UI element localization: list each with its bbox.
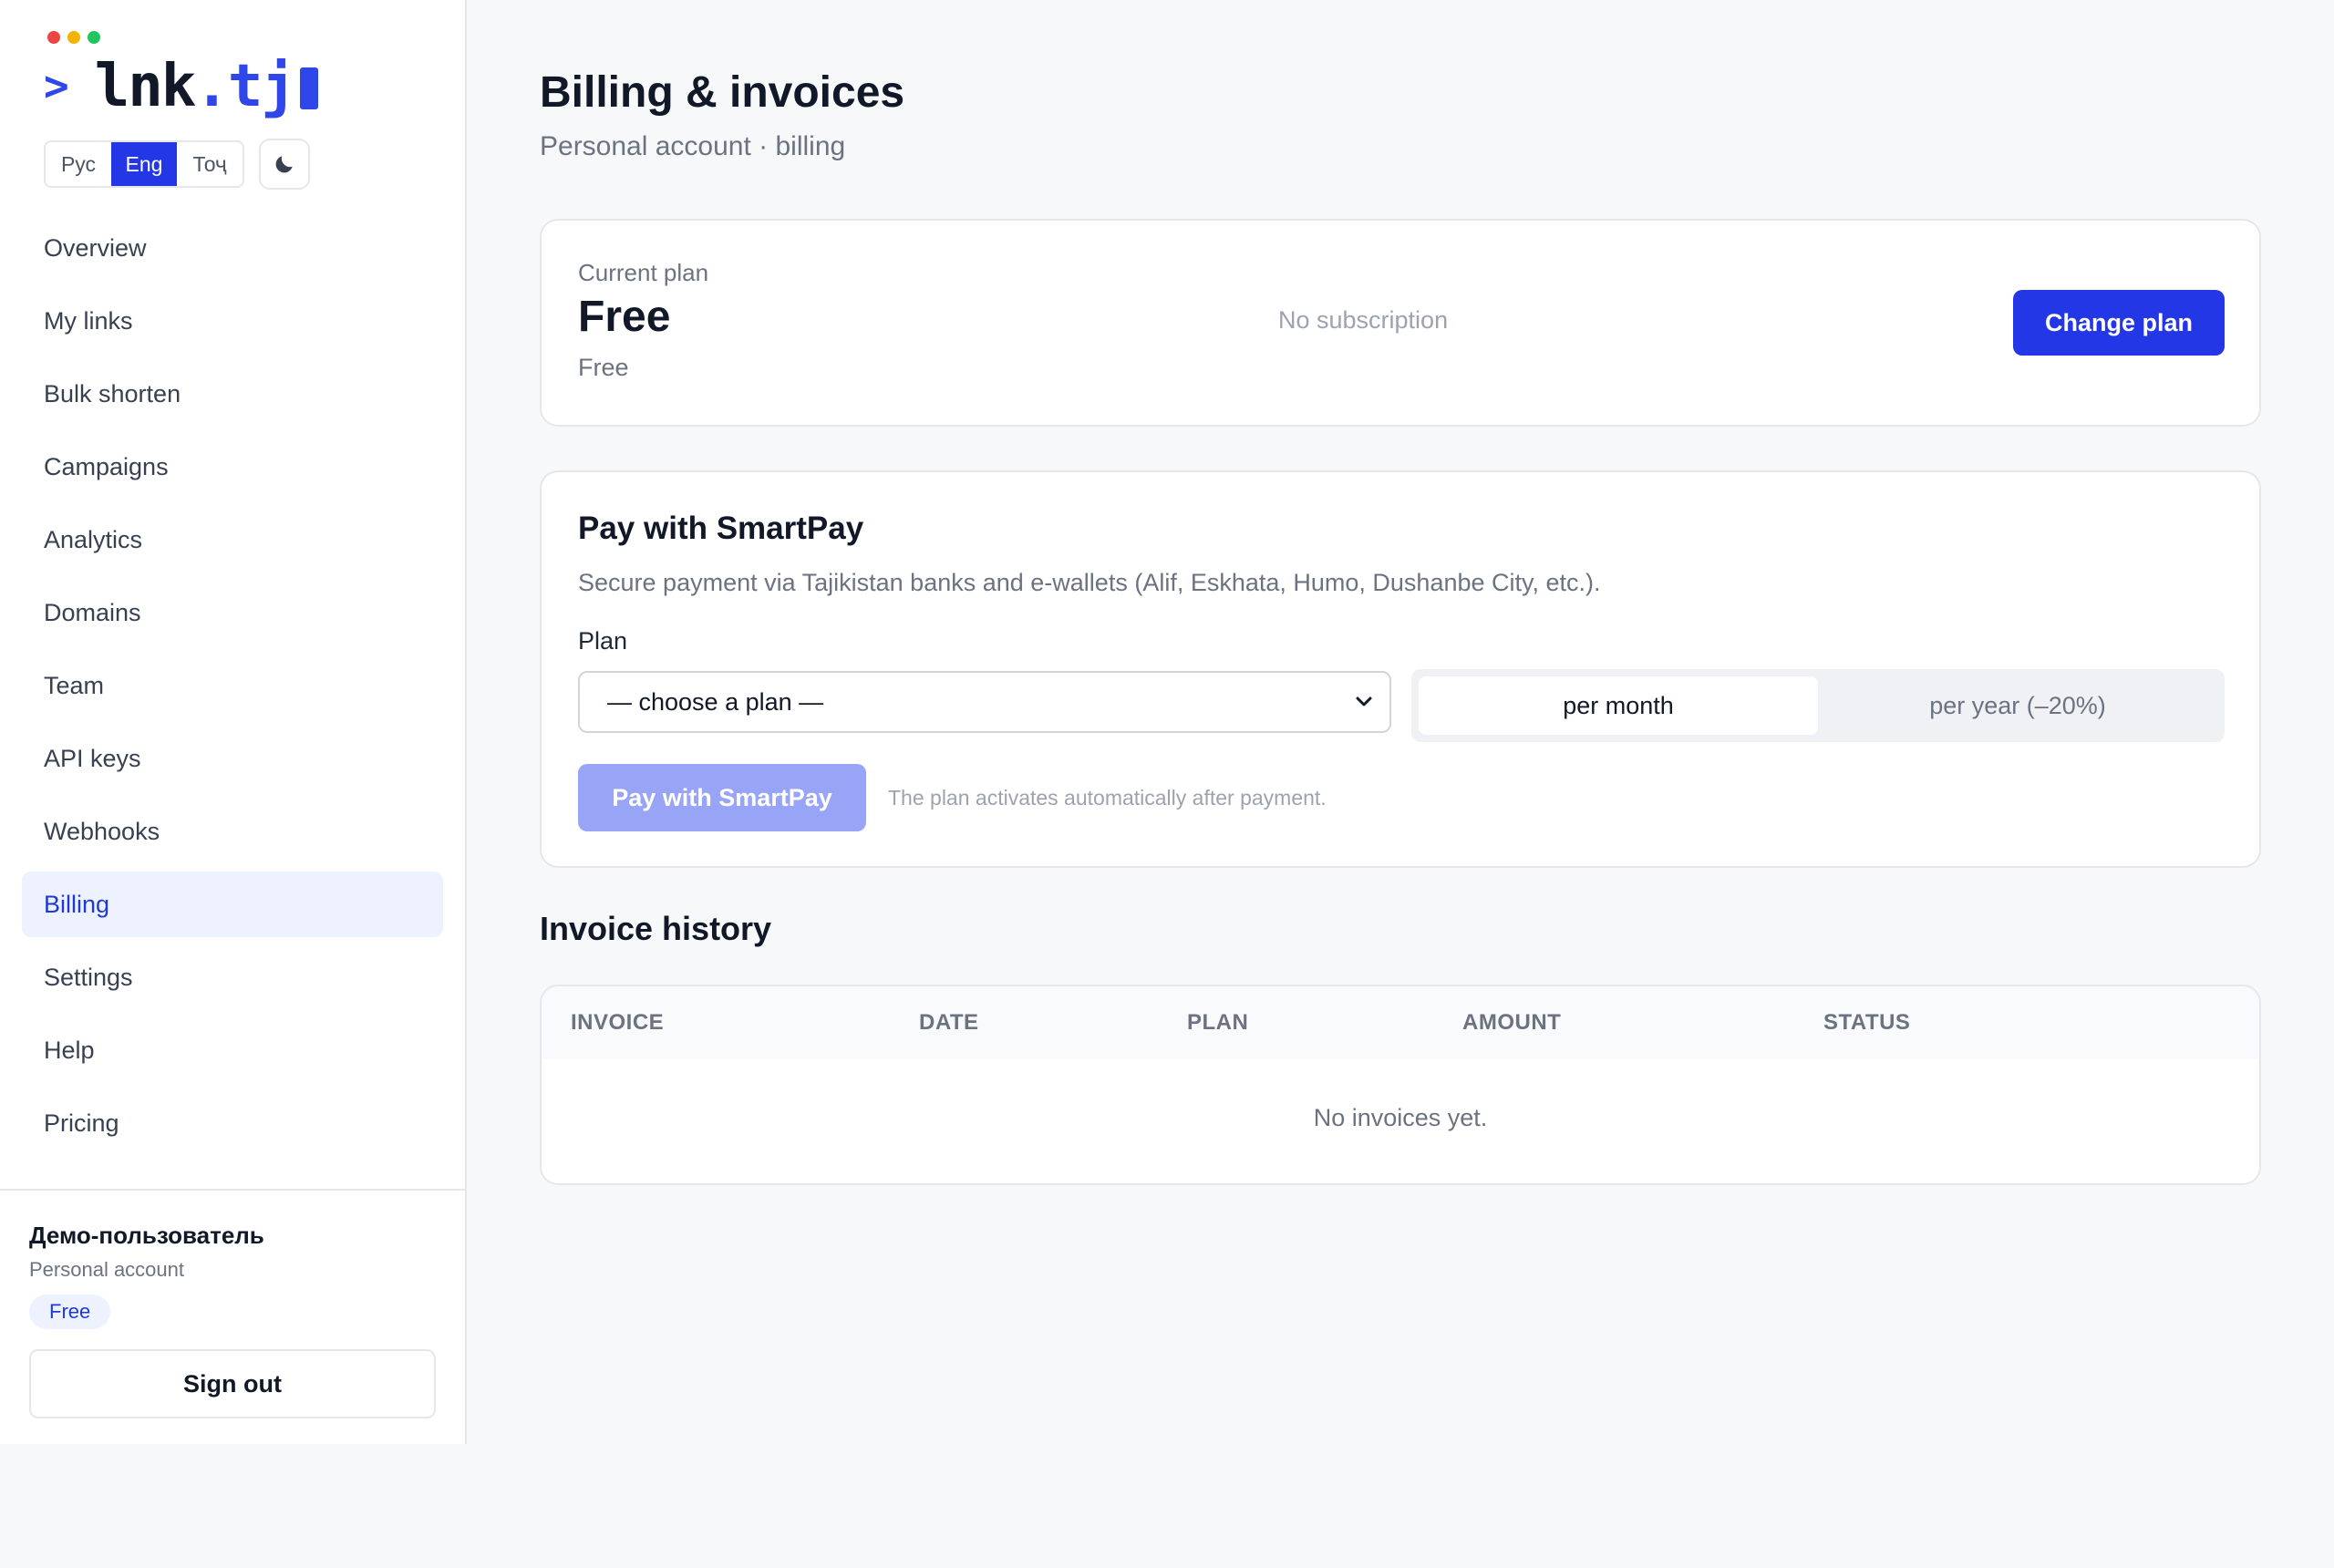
sidebar-item-billing[interactable]: Billing — [22, 872, 443, 937]
column-amount: AMOUNT — [1462, 1010, 1562, 1035]
user-panel: Демо-пользователь Personal account Free … — [0, 1189, 465, 1444]
green-dot-icon — [88, 31, 100, 44]
sign-out-button[interactable]: Sign out — [29, 1349, 436, 1418]
plan-badge: Free — [29, 1295, 111, 1329]
sidebar-item-settings[interactable]: Settings — [22, 944, 443, 1010]
payment-hint: The plan activates automatically after p… — [888, 786, 1327, 810]
sidebar-item-team[interactable]: Team — [22, 653, 443, 718]
smartpay-card: Pay with SmartPay Secure payment via Taj… — [540, 470, 2261, 868]
period-yearly-option[interactable]: per year (–20%) — [1818, 676, 2217, 735]
column-invoice: INVOICE — [571, 1010, 665, 1035]
logo[interactable]: > lnk.tj — [44, 31, 354, 122]
plan-select-value: — choose a plan — — [607, 688, 824, 716]
sidebar: > lnk.tj Рус Eng Тоҷ Overview My links Bu… — [0, 0, 467, 1444]
cursor-icon — [299, 67, 318, 109]
smartpay-title: Pay with SmartPay — [578, 511, 864, 546]
smartpay-description: Secure payment via Tajikistan banks and … — [578, 569, 1601, 596]
sidebar-item-analytics[interactable]: Analytics — [22, 507, 443, 573]
sidebar-item-webhooks[interactable]: Webhooks — [22, 799, 443, 864]
logo-dot: . — [194, 53, 230, 120]
sidebar-item-my-links[interactable]: My links — [22, 288, 443, 354]
page-subtitle: Personal account · billing — [540, 131, 846, 161]
logo-name: lnk — [94, 53, 197, 120]
sidebar-item-pricing[interactable]: Pricing — [22, 1090, 443, 1156]
chevron-down-icon — [1356, 696, 1372, 707]
sidebar-item-domains[interactable]: Domains — [22, 580, 443, 645]
sidebar-item-api-keys[interactable]: API keys — [22, 726, 443, 791]
billing-period-toggle: per month per year (–20%) — [1411, 669, 2225, 742]
current-plan-label: Current plan — [578, 259, 709, 286]
language-en-button[interactable]: Eng — [111, 142, 177, 186]
subscription-status: No subscription — [1278, 306, 1449, 334]
pay-with-smartpay-button[interactable]: Pay with SmartPay — [578, 764, 866, 831]
period-monthly-option[interactable]: per month — [1419, 676, 1818, 735]
sidebar-nav: Overview My links Bulk shorten Campaigns… — [22, 215, 443, 1163]
current-plan-sub: Free — [578, 354, 629, 381]
user-account-type: Personal account — [29, 1258, 184, 1281]
column-plan: PLAN — [1187, 1010, 1249, 1035]
logo-prompt: > — [44, 61, 69, 110]
logo-text: > lnk.tj — [44, 49, 318, 123]
user-name: Демо-пользователь — [29, 1222, 264, 1249]
current-plan-card: Current plan Free Free No subscription C… — [540, 219, 2261, 427]
table-header: INVOICE DATE PLAN AMOUNT STATUS — [542, 986, 2259, 1059]
sidebar-item-overview[interactable]: Overview — [22, 215, 443, 281]
sidebar-item-help[interactable]: Help — [22, 1017, 443, 1083]
language-ru-button[interactable]: Рус — [46, 142, 111, 186]
empty-state: No invoices yet. — [1313, 1104, 1488, 1131]
yellow-dot-icon — [67, 31, 80, 44]
language-switcher: Рус Eng Тоҷ — [44, 140, 244, 188]
plan-select[interactable]: — choose a plan — — [578, 671, 1391, 733]
theme-toggle-button[interactable] — [259, 139, 310, 190]
invoice-table: INVOICE DATE PLAN AMOUNT STATUS No invoi… — [540, 985, 2261, 1185]
red-dot-icon — [47, 31, 60, 44]
logo-tld: tj — [227, 53, 296, 120]
current-plan-name: Free — [578, 293, 671, 341]
invoice-history-title: Invoice history — [540, 910, 772, 947]
page-title: Billing & invoices — [540, 68, 905, 117]
plan-field-label: Plan — [578, 627, 628, 655]
language-tg-button[interactable]: Тоҷ — [177, 142, 243, 186]
column-date: DATE — [919, 1010, 979, 1035]
sidebar-item-campaigns[interactable]: Campaigns — [22, 434, 443, 500]
moon-icon — [275, 156, 293, 173]
column-status: STATUS — [1823, 1010, 1911, 1035]
sidebar-item-bulk-shorten[interactable]: Bulk shorten — [22, 361, 443, 427]
window-dots — [47, 31, 100, 44]
change-plan-button[interactable]: Change plan — [2013, 290, 2225, 356]
